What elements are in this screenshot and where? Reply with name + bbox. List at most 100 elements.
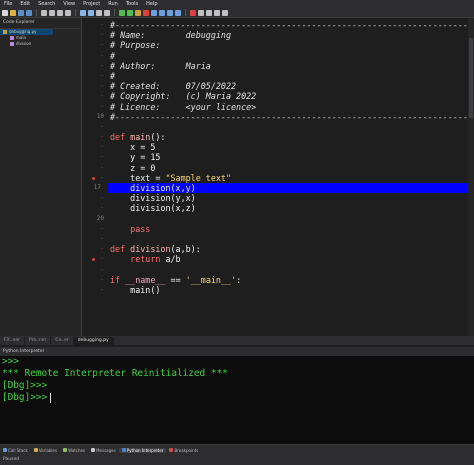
code-line[interactable]: - # <box>100 51 474 61</box>
code-line[interactable]: - if __name__ == '__main__': <box>100 274 474 285</box>
function-icon <box>10 42 14 46</box>
code-line[interactable]: - # Licence: <your licence> <box>100 102 474 112</box>
code-line[interactable]: - <box>100 265 474 275</box>
current-line[interactable]: 17 division(x,y) <box>94 183 474 194</box>
line-number: - <box>100 153 104 161</box>
code-token: division(y,x) <box>110 193 196 204</box>
code-line[interactable]: - division(x,z) <box>100 203 474 213</box>
editor-tab[interactable]: FX..ner <box>0 337 26 345</box>
editor-tab[interactable]: Co..er <box>51 337 74 345</box>
code-line[interactable]: - main() <box>100 285 474 295</box>
scrollbar-thumb[interactable] <box>469 38 473 118</box>
tree-item-function-division[interactable]: division <box>0 41 81 47</box>
code-line[interactable]: - def main(): <box>100 132 474 143</box>
code-line[interactable]: - y = 15 <box>100 152 474 162</box>
layout-icon[interactable] <box>214 9 220 16</box>
code-line[interactable]: - # Purpose: <box>100 40 474 51</box>
menu-search[interactable]: Search <box>34 0 59 8</box>
save-all-icon[interactable] <box>26 9 32 16</box>
step-into-icon[interactable] <box>151 9 157 16</box>
editor-tab[interactable]: Pro..ner <box>25 337 52 345</box>
python-interpreter-console[interactable]: >>> *** Remote Interpreter Reinitialized … <box>0 356 474 444</box>
code-line[interactable]: - <box>100 122 474 132</box>
code-token: #---------------------------------------… <box>110 111 474 122</box>
menu-tools[interactable]: Tools <box>122 0 142 8</box>
bottom-tab-label: Breakpoints <box>174 447 199 453</box>
code-area[interactable]: - #--------------------------------------… <box>92 20 474 295</box>
code-line[interactable]: - # Name: debugging <box>100 30 474 40</box>
code-line[interactable]: - # <box>100 71 474 81</box>
code-token: def <box>110 244 131 255</box>
code-editor[interactable]: - #--------------------------------------… <box>82 18 474 336</box>
console-text: *** Remote Interpreter Reinitialized *** <box>2 368 228 379</box>
line-number: - <box>100 265 104 273</box>
bottom-tab[interactable]: Watches <box>60 448 88 453</box>
code-line[interactable]: - z = 0 <box>100 163 474 173</box>
menu-edit[interactable]: Edit <box>16 0 34 8</box>
step-out-icon[interactable] <box>167 9 173 16</box>
code-line[interactable]: - #--------------------------------------… <box>100 20 474 30</box>
menu-file[interactable]: File <box>0 0 16 8</box>
menu-view[interactable]: View <box>59 0 79 8</box>
line-number: 10 <box>96 112 104 120</box>
replace-icon[interactable] <box>104 9 110 16</box>
code-line[interactable]: - # Copyright: (c) Maria 2022 <box>100 91 474 102</box>
open-file-icon[interactable] <box>10 9 16 16</box>
clear-breakpoints-icon[interactable] <box>198 9 204 16</box>
debug-icon[interactable] <box>127 9 133 16</box>
toggle-breakpoint-icon[interactable] <box>190 9 196 16</box>
redo-icon[interactable] <box>88 9 94 16</box>
code-line[interactable]: - division(y,x) <box>100 193 474 204</box>
code-line[interactable]: - text = "Sample text" <box>92 173 474 183</box>
step-over-icon[interactable] <box>159 9 165 16</box>
bottom-tab-label: Python Interpreter <box>126 447 164 453</box>
new-file-icon[interactable] <box>2 9 8 16</box>
code-token: if <box>110 274 126 285</box>
cut-icon[interactable] <box>49 9 55 16</box>
editor-tab[interactable]: debugging.py <box>73 337 114 345</box>
console-line: *** Remote Interpreter Reinitialized *** <box>0 368 474 380</box>
code-token: return <box>110 254 166 265</box>
run-icon[interactable] <box>119 9 125 16</box>
code-line[interactable]: 10 #-------------------------------------… <box>97 111 474 122</box>
code-explorer-panel: Code Explorer debugging.py main division <box>0 18 82 340</box>
stop-icon[interactable] <box>143 9 149 16</box>
code-line[interactable]: - return a/b <box>92 254 474 265</box>
menu-project[interactable]: Project <box>79 0 104 8</box>
code-line[interactable]: - # Created: 07/05/2022 <box>100 81 474 91</box>
line-number: 20 <box>96 214 104 222</box>
bottom-tab[interactable]: Python Interpreter <box>118 447 167 453</box>
bottom-tab[interactable]: Variables <box>31 448 60 453</box>
bottom-tab[interactable]: Call Stack <box>0 448 31 453</box>
bottom-tab[interactable]: Messages <box>88 448 119 453</box>
code-token: # Copyright: (c) Maria 2022 <box>110 91 257 102</box>
line-number: - <box>100 143 104 151</box>
code-token: def <box>110 132 131 143</box>
run-to-cursor-icon[interactable] <box>175 9 181 16</box>
code-line[interactable]: - # Author: Maria <box>100 61 474 71</box>
code-line[interactable]: - x = 5 <box>100 142 474 152</box>
watches-icon <box>63 448 68 452</box>
code-line[interactable]: - pass <box>100 224 474 234</box>
code-line[interactable]: - <box>100 234 474 244</box>
undo-icon[interactable] <box>80 9 86 16</box>
breakpoint-marker-icon[interactable] <box>92 176 95 180</box>
search-icon[interactable] <box>96 9 102 16</box>
code-token: division <box>130 244 171 255</box>
pause-icon[interactable] <box>135 9 141 16</box>
line-number: - <box>100 163 104 171</box>
print-icon[interactable] <box>41 9 47 16</box>
bottom-tab[interactable]: Breakpoints <box>166 448 201 453</box>
vertical-scrollbar[interactable] <box>468 18 474 336</box>
menu-run[interactable]: Run <box>104 0 122 8</box>
watch-icon[interactable] <box>206 9 212 16</box>
paste-icon[interactable] <box>65 9 71 16</box>
code-token: # Purpose: <box>110 40 161 51</box>
code-line[interactable]: - def division(a,b): <box>100 244 474 255</box>
menu-help[interactable]: Help <box>142 0 161 8</box>
toolbar-divider <box>36 9 37 16</box>
code-line[interactable]: 20 <box>97 214 474 224</box>
save-icon[interactable] <box>18 9 24 16</box>
help-icon[interactable] <box>222 9 228 16</box>
copy-icon[interactable] <box>57 9 63 16</box>
